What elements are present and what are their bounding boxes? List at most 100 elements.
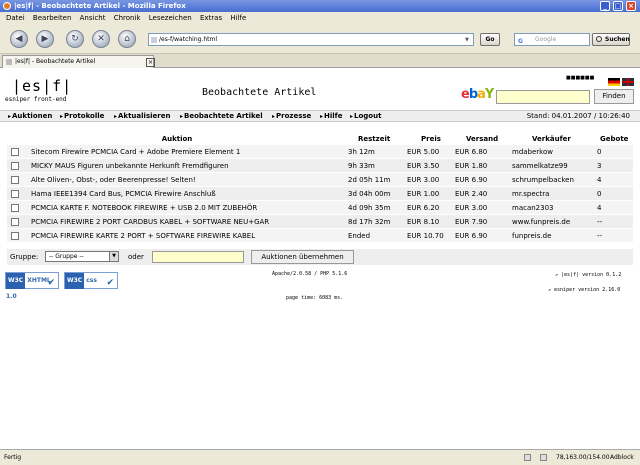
cell-preis: EUR 3.00 xyxy=(407,176,440,184)
reload-button[interactable]: ↻ xyxy=(66,30,84,48)
logo[interactable]: |es|f| xyxy=(12,77,72,95)
w3c-xhtml-badge[interactable]: W3C XHTML 1.0 ✔ xyxy=(5,272,59,300)
menu-ansicht[interactable]: Ansicht xyxy=(80,14,106,22)
table-header: Auktion Restzeit Preis Versand Verkäufer… xyxy=(7,134,633,145)
table-row: Alte Oliven-, Obst-, oder Beerenpresse! … xyxy=(7,173,633,187)
cell-gebote: 0 xyxy=(597,148,602,156)
nav-protokolle[interactable]: Protokolle xyxy=(60,111,104,122)
cell-restzeit: 3d 04h 00m xyxy=(348,190,391,198)
cell-gebote: 4 xyxy=(597,176,602,184)
back-button[interactable]: ◀ xyxy=(10,30,28,48)
menu-extras[interactable]: Extras xyxy=(200,14,222,22)
row-checkbox[interactable] xyxy=(11,218,19,226)
header-preis: Preis xyxy=(421,135,441,143)
row-checkbox[interactable] xyxy=(11,162,19,170)
search-button[interactable]: Suchen xyxy=(592,33,630,46)
menu-bearbeiten[interactable]: Bearbeiten xyxy=(33,14,71,22)
ebay-logo: ebaY xyxy=(461,87,494,102)
group-select[interactable]: -- Gruppe -- ▼ xyxy=(45,251,119,262)
status-bar: Fertig 78,163.00/154.00 Adblock xyxy=(0,449,640,465)
page-time: page time: 6083 ms. xyxy=(286,295,344,301)
header-gebote: Gebote xyxy=(600,135,629,143)
apply-auctions-button[interactable]: Auktionen übernehmen xyxy=(251,250,354,264)
url-bar[interactable]: /es-f/watching.html ▼ xyxy=(148,33,474,46)
search-input[interactable]: G Google xyxy=(514,33,590,46)
cell-gebote: 3 xyxy=(597,162,602,170)
row-checkbox[interactable] xyxy=(11,232,19,240)
menu-datei[interactable]: Datei xyxy=(6,14,25,22)
table-row: MICKY MAUS Figuren unbekannte Herkunft F… xyxy=(7,159,633,173)
security-icon[interactable] xyxy=(524,454,531,461)
new-group-input[interactable] xyxy=(152,251,244,263)
german-flag-icon[interactable] xyxy=(608,78,620,86)
cell-auktion[interactable]: Alte Oliven-, Obst-, oder Beerenpresse! … xyxy=(31,173,347,187)
cell-verkaeufer[interactable]: funpreis.de xyxy=(512,229,596,243)
cell-versand: EUR 6.90 xyxy=(455,232,488,240)
main-nav: Auktionen Protokolle Aktualisieren Beoba… xyxy=(0,110,640,122)
cell-versand: EUR 1.80 xyxy=(455,162,488,170)
row-checkbox[interactable] xyxy=(11,190,19,198)
go-button[interactable]: Go xyxy=(480,33,500,46)
tab-active[interactable]: |es|f| - Beobachtete Artikel × xyxy=(2,55,155,68)
url-dropdown-icon[interactable]: ▼ xyxy=(465,37,471,43)
nav-prozesse[interactable]: Prozesse xyxy=(272,111,311,122)
download-icon[interactable] xyxy=(540,454,547,461)
nav-logout[interactable]: Logout xyxy=(350,111,381,122)
ebay-search-input[interactable] xyxy=(496,90,590,104)
forward-button[interactable]: ▶ xyxy=(36,30,54,48)
esf-version-link[interactable]: ↗ |es|f| version 0.1.2 xyxy=(555,272,621,278)
nav-beobachtete-artikel[interactable]: Beobachtete Artikel xyxy=(180,111,263,122)
nav-aktualisieren[interactable]: Aktualisieren xyxy=(114,111,170,122)
page-content: |es|f| esniper front-end Beobachtete Art… xyxy=(0,68,640,449)
cell-preis: EUR 5.00 xyxy=(407,148,440,156)
cell-verkaeufer[interactable]: mr.spectra xyxy=(512,187,596,201)
find-button[interactable]: Finden xyxy=(594,89,634,104)
row-checkbox[interactable] xyxy=(11,148,19,156)
cell-auktion[interactable]: PCMCIA FIREWIRE 2 PORT CARDBUS KABEL + S… xyxy=(31,215,347,229)
cell-restzeit: 3h 12m xyxy=(348,148,375,156)
cell-auktion[interactable]: Hama IEEE1394 Card Bus, PCMCIA Firewire … xyxy=(31,187,347,201)
menu-chronik[interactable]: Chronik xyxy=(114,14,141,22)
tab-close-icon[interactable]: × xyxy=(146,58,155,67)
row-checkbox[interactable] xyxy=(11,204,19,212)
w3c-css-badge[interactable]: W3C css ✔ xyxy=(64,272,118,289)
cell-verkaeufer[interactable]: mdaberkow xyxy=(512,145,596,159)
cell-auktion[interactable]: PCMCIA FIREWIRE KARTE 2 PORT + SOFTWARE … xyxy=(31,229,347,243)
home-button[interactable]: ⌂ xyxy=(118,30,136,48)
nav-hilfe[interactable]: Hilfe xyxy=(320,111,342,122)
group-label: Gruppe: xyxy=(10,253,39,261)
cell-gebote: 4 xyxy=(597,204,602,212)
row-checkbox[interactable] xyxy=(11,176,19,184)
search-button-label: Suchen xyxy=(605,36,630,43)
menu-lesezeichen[interactable]: Lesezeichen xyxy=(149,14,192,22)
cell-auktion[interactable]: MICKY MAUS Figuren unbekannte Herkunft F… xyxy=(31,159,347,173)
cell-verkaeufer[interactable]: www.funpreis.de xyxy=(512,215,596,229)
nav-auktionen[interactable]: Auktionen xyxy=(8,111,52,122)
cell-verkaeufer[interactable]: macan2303 xyxy=(512,201,596,215)
status-timestamp: Stand: 04.01.2007 / 10:26:40 xyxy=(526,112,630,120)
maximize-button[interactable]: □ xyxy=(613,1,623,11)
cell-auktion[interactable]: Sitecom Firewire PCMCIA Card + Adobe Pre… xyxy=(31,145,347,159)
close-window-button[interactable]: × xyxy=(626,1,636,11)
cell-auktion[interactable]: PCMCIA KARTE F. NOTEBOOK FIREWIRE + USB … xyxy=(31,201,347,215)
cell-verkaeufer[interactable]: sammelkatze99 xyxy=(512,159,596,173)
header-auktion: Auktion xyxy=(161,135,193,143)
stop-button[interactable]: ✕ xyxy=(92,30,110,48)
search-placeholder: Google xyxy=(535,36,557,43)
tab-title: |es|f| - Beobachtete Artikel xyxy=(15,58,96,65)
cell-restzeit: 9h 33m xyxy=(348,162,375,170)
google-icon: G xyxy=(518,38,523,45)
menu-hilfe[interactable]: Hilfe xyxy=(230,14,246,22)
cell-gebote: 0 xyxy=(597,190,602,198)
english-flag-icon[interactable] xyxy=(622,78,634,86)
cell-verkaeufer[interactable]: schrumpelbacken xyxy=(512,173,596,187)
group-select-value: -- Gruppe -- xyxy=(49,253,84,260)
adblock-label[interactable]: Adblock xyxy=(610,450,634,465)
table-body: Sitecom Firewire PCMCIA Card + Adobe Pre… xyxy=(7,145,633,243)
window-title: |es|f| - Beobachtete Artikel - Mozilla F… xyxy=(14,2,186,10)
minimize-button[interactable]: _ xyxy=(600,1,610,11)
cell-preis: EUR 1.00 xyxy=(407,190,440,198)
esniper-version-link[interactable]: ↗ esniper version 2.16.0 xyxy=(548,287,620,293)
cell-versand: EUR 7.90 xyxy=(455,218,488,226)
auction-table: Auktion Restzeit Preis Versand Verkäufer… xyxy=(7,134,633,243)
